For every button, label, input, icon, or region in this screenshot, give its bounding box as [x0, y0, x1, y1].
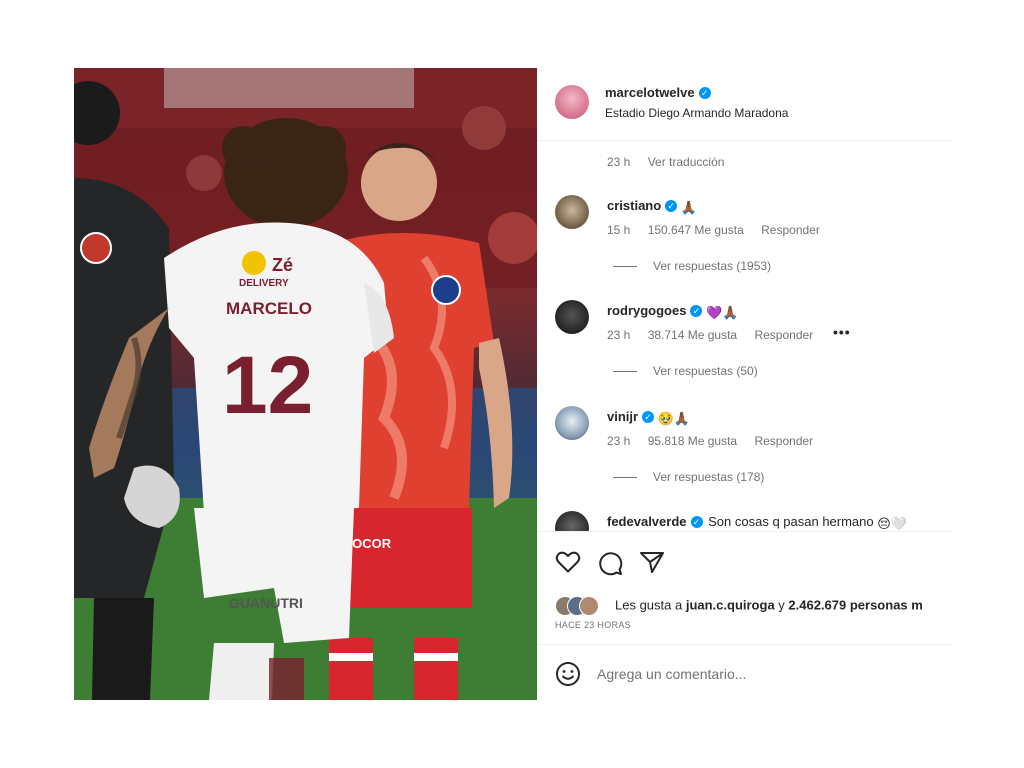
verified-icon: ✓ [698, 87, 711, 99]
replies-dash [613, 477, 637, 479]
comment-meta: 23 h 95.818 Me gusta Responder [607, 434, 827, 448]
sponsor-bottom-text: DELIVERY [239, 278, 289, 289]
author-username[interactable]: marcelotwelve ✓ [605, 85, 711, 100]
commenter-avatar[interactable] [555, 406, 589, 440]
view-replies-button[interactable]: Ver respuestas (1953) [613, 259, 771, 273]
commenter-username[interactable]: fedevalverde [607, 514, 687, 529]
comment-likes[interactable]: 95.818 Me gusta [648, 434, 737, 448]
comment-meta: 23 h 38.714 Me gusta Responder [607, 328, 827, 342]
commenter-username[interactable]: rodrygogoes [607, 303, 686, 318]
translate-link[interactable]: Ver traducción [648, 155, 725, 169]
commenter-username[interactable]: vinijr [607, 409, 638, 424]
comment-emoji: 🙏🏾 [680, 200, 697, 215]
more-options-icon[interactable]: ••• [833, 324, 851, 340]
reply-button[interactable]: Responder [754, 328, 813, 342]
comment-text: vinijr ✓ 🥹🙏🏾 [607, 409, 690, 427]
likes-user[interactable]: juan.c.quiroga [686, 597, 775, 612]
post-photo[interactable]: NGIOCOR Zé DELIVERY MARCELO 12 GUANUTRI [74, 68, 537, 700]
verified-icon: ✓ [665, 200, 678, 212]
commenter-avatar[interactable] [555, 195, 589, 229]
comment-body: Son cosas q pasan hermano [708, 514, 874, 529]
reply-button[interactable]: Responder [754, 434, 813, 448]
comments-list[interactable]: 23 h Ver traducción cristiano ✓ 🙏🏾 15 h 1… [537, 141, 953, 531]
reply-button[interactable]: Responder [761, 223, 820, 237]
verified-icon: ✓ [690, 305, 703, 317]
comment-text: rodrygogoes ✓ 💜🙏🏾 [607, 303, 738, 321]
author-avatar[interactable] [555, 85, 589, 119]
post-header: marcelotwelve ✓ Estadio Diego Armando Mar… [537, 68, 953, 141]
shorts-text: GUANUTRI [229, 595, 303, 611]
comment-emoji: 😔🤍 [877, 516, 907, 531]
photo-illustration: NGIOCOR Zé DELIVERY MARCELO 12 GUANUTRI [74, 68, 537, 700]
view-replies-button[interactable]: Ver respuestas (50) [613, 364, 758, 378]
post-side-panel: marcelotwelve ✓ Estadio Diego Armando Mar… [537, 68, 953, 700]
jersey-name: MARCELO [226, 299, 312, 318]
replies-dash [613, 371, 637, 373]
likes-count[interactable]: 2.462.679 personas m [788, 597, 922, 612]
view-replies-label[interactable]: Ver respuestas (1953) [653, 259, 771, 273]
emoji-picker-icon[interactable] [555, 661, 581, 692]
comment-text: fedevalverde ✓ Son cosas q pasan hermano … [607, 514, 907, 531]
commenter-username[interactable]: cristiano [607, 198, 661, 213]
replies-dash [613, 266, 637, 268]
post-location[interactable]: Estadio Diego Armando Maradona [605, 106, 788, 120]
likes-prefix: Les gusta a [615, 597, 686, 613]
comment-input[interactable]: Agrega un comentario... [597, 666, 746, 682]
comment-emoji: 🥹🙏🏾 [657, 411, 691, 426]
post-actions: Les gusta a juan.c.quiroga y 2.462.679 p… [537, 531, 953, 702]
commenter-avatar[interactable] [555, 300, 589, 334]
comment-time: 15 h [607, 223, 631, 237]
comment-emoji: 💜🙏🏾 [706, 305, 739, 320]
sponsor-top-text: Zé [272, 255, 293, 275]
comment-time: 23 h [607, 434, 631, 448]
verified-icon: ✓ [642, 411, 655, 423]
likes-summary[interactable]: Les gusta a juan.c.quiroga y 2.462.679 p… [555, 596, 923, 616]
heart-icon[interactable] [555, 550, 581, 579]
caption-time: 23 h [607, 155, 631, 169]
comment-meta: 15 h 150.647 Me gusta Responder [607, 223, 834, 237]
view-replies-label[interactable]: Ver respuestas (178) [653, 470, 764, 484]
commenter-avatar[interactable] [555, 511, 589, 531]
verified-icon: ✓ [690, 516, 703, 528]
add-comment-bar[interactable]: Agrega un comentario... [537, 644, 953, 703]
comment-text: cristiano ✓ 🙏🏾 [607, 198, 697, 216]
post-time-ago: HACE 23 HORAS [555, 620, 631, 630]
liker-avatars [555, 596, 611, 616]
comment-icon[interactable] [597, 550, 623, 581]
author-username-text[interactable]: marcelotwelve [605, 85, 695, 100]
view-replies-label[interactable]: Ver respuestas (50) [653, 364, 758, 378]
comment-likes[interactable]: 38.714 Me gusta [648, 328, 737, 342]
comment-time: 23 h [607, 328, 631, 342]
view-replies-button[interactable]: Ver respuestas (178) [613, 470, 764, 484]
jersey-number: 12 [222, 340, 313, 431]
likes-middle: y [774, 597, 789, 613]
comment-likes[interactable]: 150.647 Me gusta [648, 223, 744, 237]
caption-meta: 23 h Ver traducción [607, 155, 738, 169]
share-icon[interactable] [639, 550, 665, 579]
